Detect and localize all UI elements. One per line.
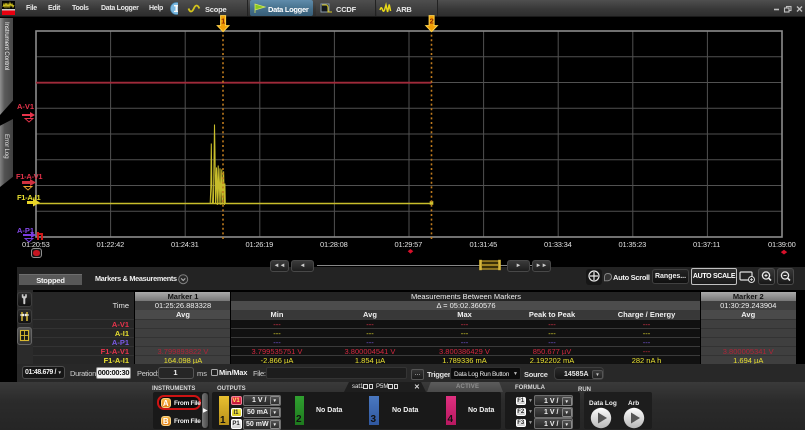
svg-text:2: 2 <box>430 17 434 26</box>
svg-text:1: 1 <box>221 17 225 26</box>
